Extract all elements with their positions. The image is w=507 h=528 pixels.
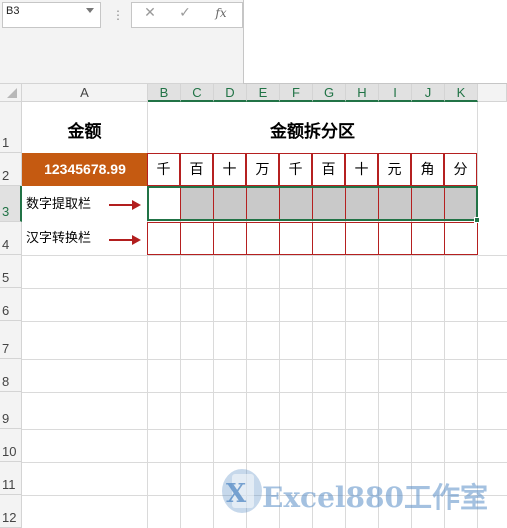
- convert-cell[interactable]: [213, 222, 247, 255]
- name-box-value: B3: [6, 5, 20, 17]
- row-header-9[interactable]: 9: [0, 392, 22, 429]
- unit-cell[interactable]: 十: [345, 153, 378, 186]
- extract-row-label: 数字提取栏: [26, 197, 92, 212]
- column-header-f[interactable]: F: [280, 84, 313, 102]
- watermark-logo: X: [222, 469, 262, 513]
- gridline: [22, 321, 507, 322]
- column-header-b[interactable]: B: [148, 84, 181, 102]
- gridline: [22, 255, 507, 256]
- row-header-1[interactable]: 1: [0, 102, 22, 153]
- chevron-down-icon[interactable]: [86, 8, 94, 13]
- split-title: 金额拆分区: [270, 122, 355, 142]
- unit-cell[interactable]: 百: [312, 153, 345, 186]
- unit-cell[interactable]: 百: [180, 153, 213, 186]
- arrow-right-icon: [132, 235, 141, 245]
- gridline: [477, 102, 478, 153]
- gridline: [22, 359, 507, 360]
- row-header-2[interactable]: 2: [0, 153, 22, 186]
- gridline: [477, 102, 478, 528]
- row-header-5[interactable]: 5: [0, 255, 22, 288]
- convert-cell[interactable]: [180, 222, 214, 255]
- row-header-10[interactable]: 10: [0, 429, 22, 462]
- column-header-j[interactable]: J: [412, 84, 445, 102]
- select-all-icon: [7, 88, 17, 98]
- column-header-e[interactable]: E: [247, 84, 280, 102]
- insert-function-icon[interactable]: fx: [208, 4, 234, 22]
- selection-range: [147, 186, 478, 221]
- gridline: [22, 462, 507, 463]
- enter-icon[interactable]: ✓: [172, 4, 198, 22]
- row-header-7[interactable]: 7: [0, 321, 22, 359]
- grip-icon[interactable]: ⋮: [112, 6, 124, 24]
- column-header-a[interactable]: A: [22, 84, 148, 102]
- row-header-6[interactable]: 6: [0, 288, 22, 321]
- watermark-logo-letter: X: [226, 479, 247, 509]
- row-header-3[interactable]: 3: [0, 186, 22, 222]
- column-header-c[interactable]: C: [181, 84, 214, 102]
- column-header-h[interactable]: H: [346, 84, 379, 102]
- convert-cell[interactable]: [279, 222, 313, 255]
- column-header-d[interactable]: D: [214, 84, 247, 102]
- column-header-g[interactable]: G: [313, 84, 346, 102]
- row-header-12[interactable]: 12: [0, 495, 22, 528]
- arrow-right-icon: [132, 200, 141, 210]
- gridline: [22, 392, 507, 393]
- column-header-l[interactable]: [478, 84, 507, 102]
- gridline: [22, 288, 507, 289]
- row-header-8[interactable]: 8: [0, 359, 22, 392]
- arrow-right-icon: [109, 204, 133, 206]
- formula-input[interactable]: [243, 0, 507, 84]
- amount-title: 金额: [67, 122, 102, 142]
- unit-cell[interactable]: 元: [378, 153, 411, 186]
- unit-cell[interactable]: 十: [213, 153, 246, 186]
- amount-value-cell[interactable]: 12345678.99: [22, 153, 148, 186]
- column-header-i[interactable]: I: [379, 84, 412, 102]
- column-header-k[interactable]: K: [445, 84, 478, 102]
- convert-cell[interactable]: [444, 222, 478, 255]
- unit-cell[interactable]: 千: [147, 153, 180, 186]
- convert-cell[interactable]: [378, 222, 412, 255]
- unit-cell[interactable]: 千: [279, 153, 312, 186]
- fill-handle[interactable]: [474, 217, 480, 223]
- unit-cell[interactable]: 万: [246, 153, 279, 186]
- convert-cell[interactable]: [312, 222, 346, 255]
- convert-row-label: 汉字转换栏: [26, 231, 92, 246]
- watermark-text: Excel880工作室: [262, 481, 488, 514]
- row-header-4[interactable]: 4: [0, 222, 22, 255]
- unit-cell[interactable]: 分: [444, 153, 477, 186]
- convert-cell[interactable]: [345, 222, 379, 255]
- gridline: [22, 429, 507, 430]
- row-header-11[interactable]: 11: [0, 462, 22, 495]
- convert-cell[interactable]: [246, 222, 280, 255]
- cancel-icon[interactable]: ✕: [137, 4, 163, 22]
- convert-cell[interactable]: [411, 222, 445, 255]
- arrow-right-icon: [109, 239, 133, 241]
- unit-cell[interactable]: 角: [411, 153, 444, 186]
- convert-cell[interactable]: [147, 222, 181, 255]
